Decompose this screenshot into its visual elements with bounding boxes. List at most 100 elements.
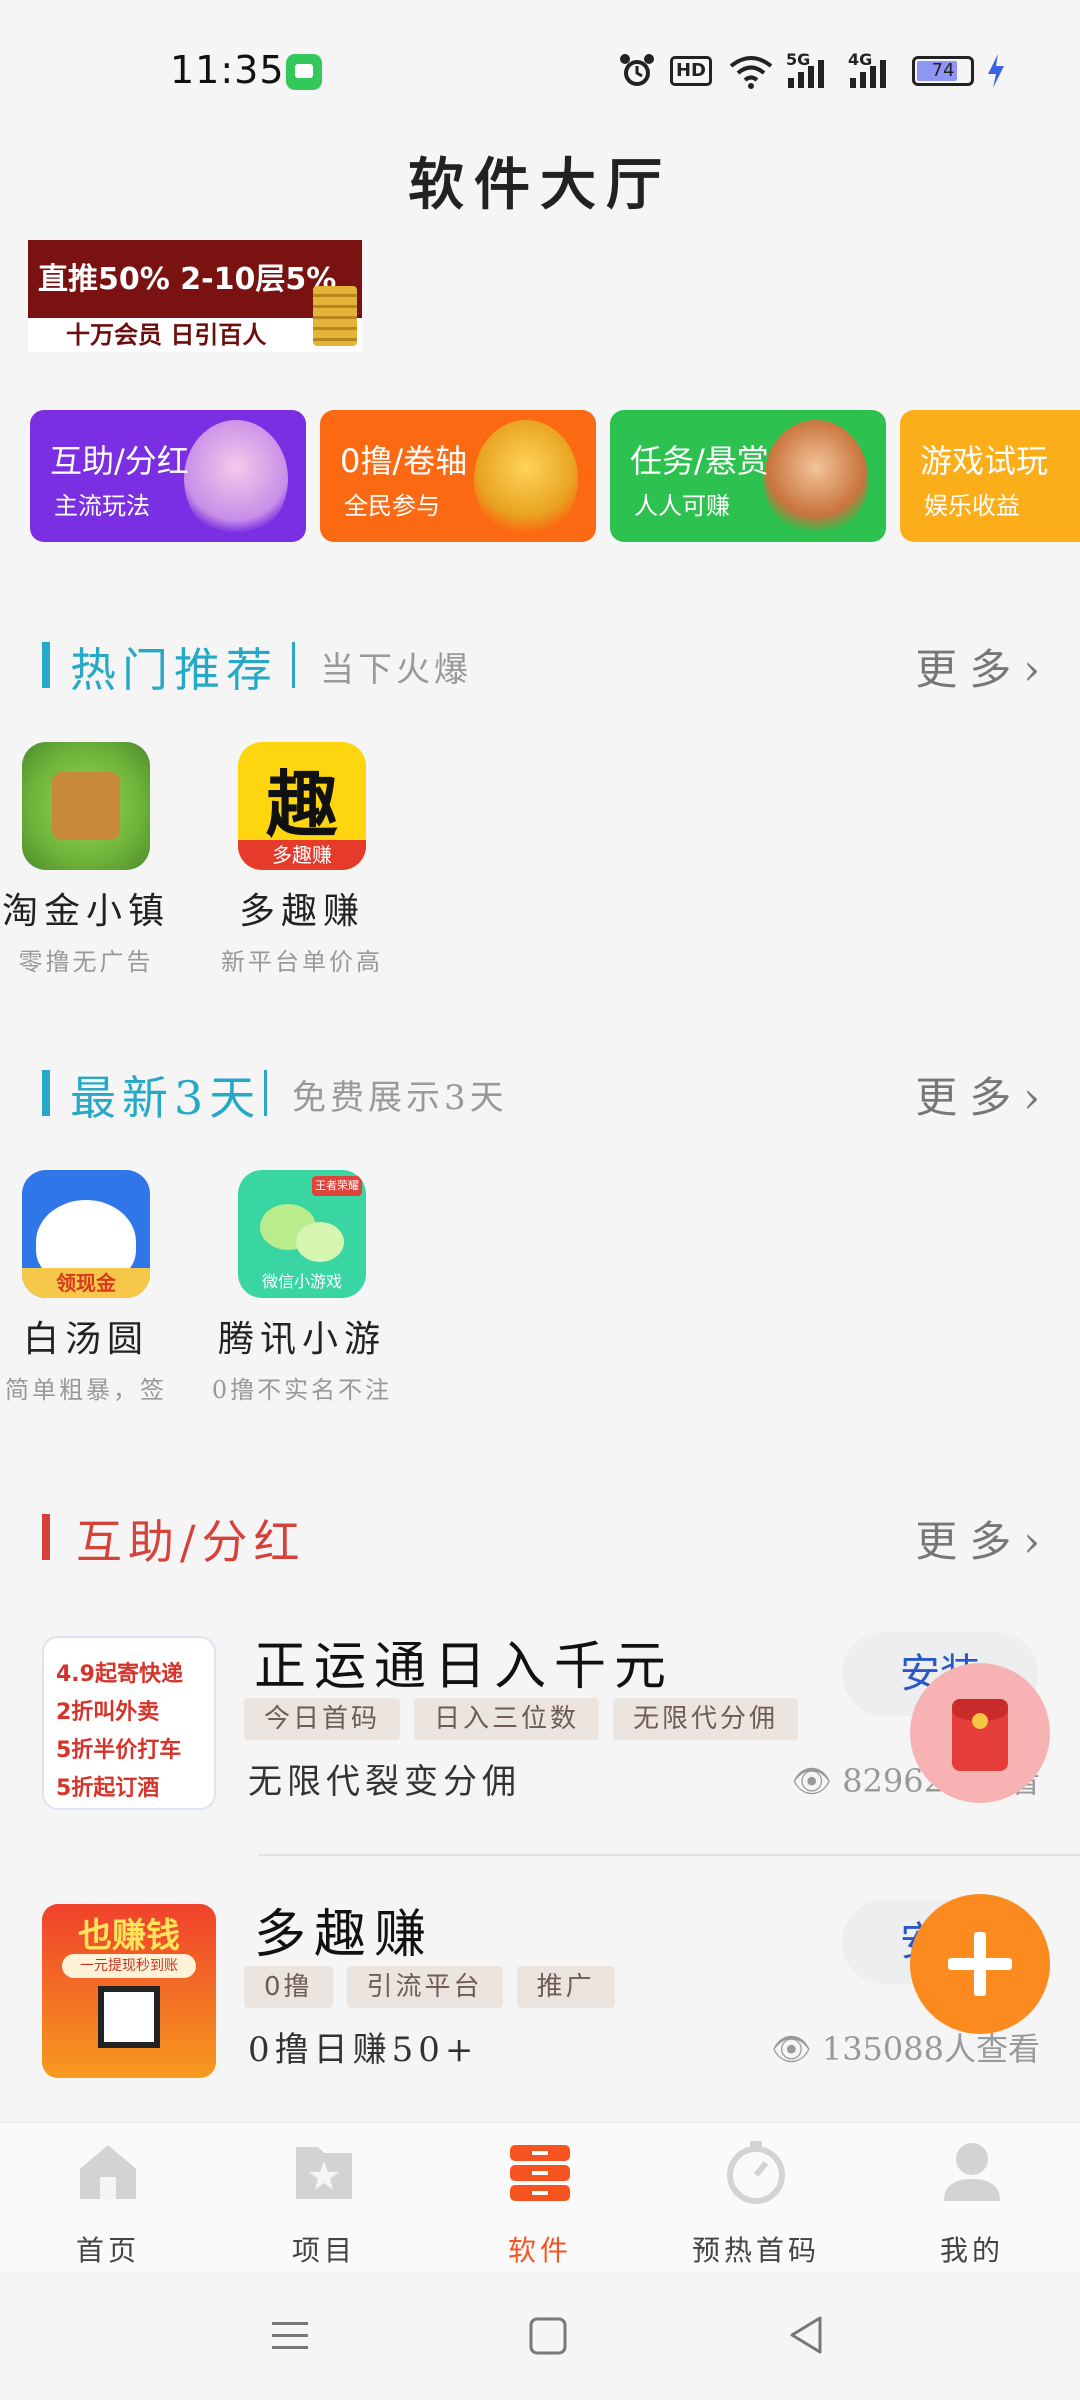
wifi-icon [729, 56, 773, 89]
app-name: 白汤圆 [22, 1319, 149, 1360]
signal-5g-icon [788, 60, 824, 88]
tag: 0撸 [244, 1966, 333, 2008]
system-nav-bar [0, 2272, 1080, 2400]
cartoon-man-mascot-icon [764, 420, 868, 538]
qr-code-icon [98, 1986, 160, 2048]
app-desc: 新平台单价高 [221, 948, 383, 976]
bottom-tab-bar: 首页 项目 软件 预热首码 我的 [0, 2122, 1080, 2272]
alarm-icon [620, 54, 654, 86]
home-square-icon[interactable] [528, 2316, 568, 2356]
tag-list: 0撸 引流平台 推广 [244, 1966, 629, 2008]
app-name: 腾讯小游 [217, 1319, 386, 1360]
star-folder-icon [296, 2147, 352, 2199]
banner-subline: 十万会员 日引百人 [28, 318, 362, 352]
app-thumbnail: 也赚钱 一元提现秒到账 [42, 1904, 216, 2078]
more-link[interactable]: 更多› [915, 636, 1040, 697]
section-header-hot: 热门推荐 当下火爆 更多› [0, 624, 1080, 704]
section-title: 互助/分红 [76, 1515, 306, 1569]
tab-projects[interactable]: 项目 [234, 2137, 414, 2273]
category-name: 任务/悬赏 [630, 442, 769, 480]
tab-preheat[interactable]: 预热首码 [666, 2137, 846, 2273]
section-accent-bar [42, 1070, 50, 1116]
category-name: 游戏试玩 [920, 442, 1049, 480]
section-accent-bar [42, 642, 50, 688]
category-card-game[interactable]: 游戏试玩 娱乐收益 [900, 410, 1080, 542]
item-title: 多趣赚 [254, 1905, 435, 1965]
section-subtitle: 免费展示3天 [292, 1078, 508, 1118]
more-link[interactable]: 更多› [915, 1508, 1040, 1569]
section-title: 最新3天 [70, 1071, 262, 1125]
red-packet-button[interactable] [910, 1663, 1050, 1803]
item-title: 正运通日入千元 [254, 1637, 675, 1697]
add-button[interactable] [910, 1894, 1050, 2034]
category-sub: 全民参与 [344, 492, 440, 520]
category-name: 互助/分红 [50, 442, 189, 480]
category-sub: 娱乐收益 [924, 492, 1020, 520]
section-accent-bar [42, 1514, 50, 1560]
section-separator [292, 642, 295, 688]
list-divider [258, 1854, 1080, 1856]
wechat-game-icon: 王者荣耀 微信小游戏 [238, 1170, 366, 1298]
tab-label: 首页 [75, 2234, 140, 2267]
chevron-right-icon: › [1023, 645, 1040, 694]
drawer-cabinet-icon [510, 2145, 570, 2201]
jellyfish-mascot-icon [184, 420, 288, 538]
message-notification-icon [286, 54, 322, 90]
charging-bolt-icon [988, 54, 1004, 88]
coins-icon [313, 286, 357, 346]
battery-level: 74 [931, 60, 955, 81]
app-name: 淘金小镇 [1, 891, 170, 932]
category-card-mutual[interactable]: 互助/分红 主流玩法 [30, 410, 306, 542]
tab-label: 项目 [291, 2234, 356, 2267]
tag: 日入三位数 [414, 1698, 600, 1740]
stopwatch-icon [727, 2141, 785, 2204]
category-card-task[interactable]: 任务/悬赏 人人可赚 [610, 410, 886, 542]
eye-icon: 👁 [771, 2030, 822, 2068]
page-title: 软件大厅 [408, 152, 672, 218]
tab-software[interactable]: 软件 [450, 2137, 630, 2273]
tag: 今日首码 [244, 1698, 401, 1740]
app-desc: 0撸不实名不注 [211, 1376, 393, 1404]
tag: 无限代分佣 [613, 1698, 799, 1740]
tangyuan-mascot-icon: 领现金 [22, 1170, 150, 1298]
menu-icon[interactable] [270, 2316, 310, 2356]
more-link[interactable]: 更多› [915, 1064, 1040, 1125]
chevron-right-icon: › [1023, 1517, 1040, 1566]
more-label: 更多 [915, 1517, 1024, 1566]
section-header-mutual: 互助/分红 更多› [0, 1496, 1080, 1576]
red-envelope-icon [952, 1699, 1008, 1771]
banner-headline: 直推50% 2-10层5% [38, 262, 337, 297]
tag: 引流平台 [346, 1966, 503, 2008]
hd-icon: HD [670, 56, 712, 86]
eye-icon: 👁 [791, 1762, 843, 1800]
more-label: 更多 [915, 1073, 1024, 1122]
app-desc: 简单粗暴，签 [5, 1376, 167, 1404]
section-subtitle: 当下火爆 [320, 650, 472, 690]
app-thumbnail: 4.9起寄快递 2折叫外卖 5折半价打车 5折起订酒 [42, 1636, 216, 1810]
home-icon [80, 2145, 136, 2199]
category-sub: 主流玩法 [54, 492, 150, 520]
section-header-new: 最新3天 免费展示3天 更多› [0, 1052, 1080, 1132]
user-icon [944, 2143, 1000, 2201]
more-label: 更多 [915, 645, 1024, 694]
tab-mine[interactable]: 我的 [882, 2137, 1062, 2273]
tab-label: 我的 [939, 2234, 1004, 2267]
category-card-zero[interactable]: 0撸/卷轴 全民参与 [320, 410, 596, 542]
category-sub: 人人可赚 [634, 492, 730, 520]
chevron-right-icon: › [1023, 1073, 1040, 1122]
qu-logo-icon: 趣 多趣赚 [238, 742, 366, 870]
back-triangle-icon[interactable] [786, 2314, 826, 2356]
status-time: 11:35 [170, 48, 285, 92]
section-title: 热门推荐 [70, 643, 278, 697]
knight-bird-mascot-icon [474, 420, 578, 538]
tab-label: 预热首码 [691, 2234, 820, 2267]
signal-4g-icon [850, 60, 886, 88]
category-name: 0撸/卷轴 [340, 442, 468, 480]
section-separator [264, 1070, 267, 1116]
tab-home[interactable]: 首页 [18, 2137, 198, 2273]
promo-banner[interactable]: 直推50% 2-10层5% 十万会员 日引百人 [28, 240, 362, 352]
tab-label: 软件 [507, 2234, 572, 2267]
item-desc: 无限代裂变分佣 [248, 1762, 521, 1802]
town-game-icon [22, 742, 150, 870]
app-name: 多趣赚 [238, 891, 365, 932]
